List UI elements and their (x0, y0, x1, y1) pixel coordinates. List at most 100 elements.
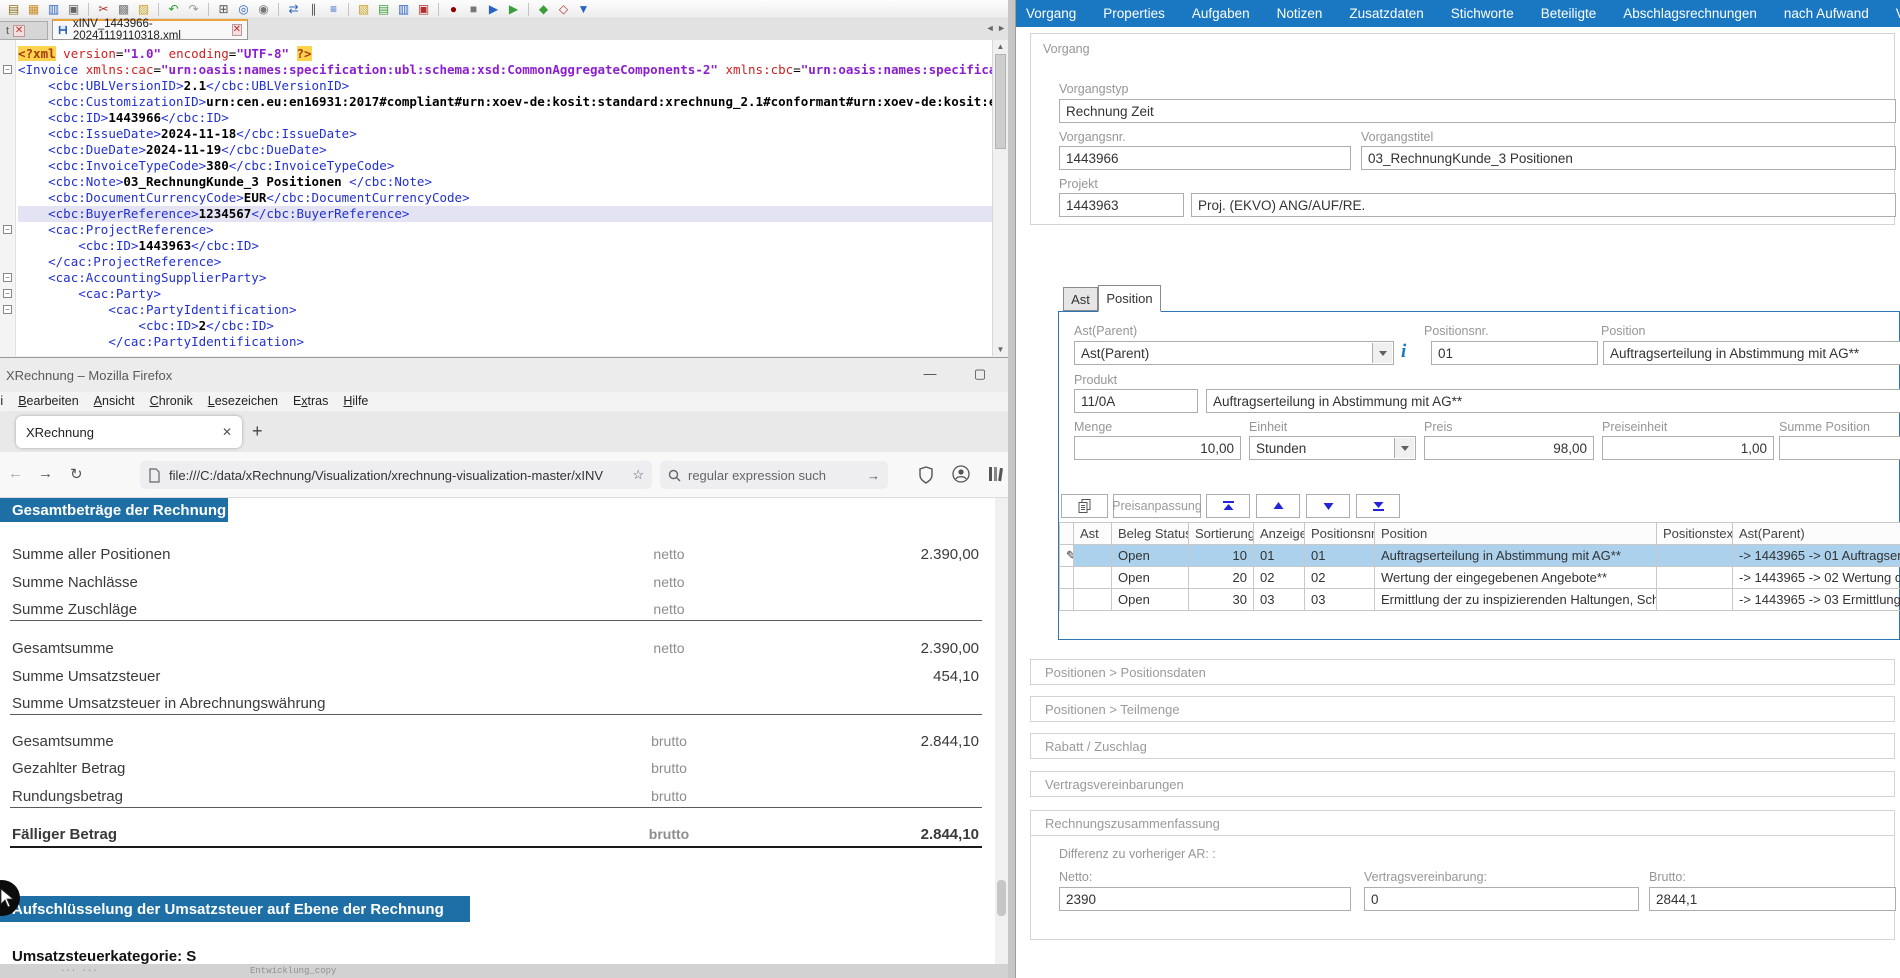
table-cell[interactable]: -> 1443965 -> 01 Auftragserteilung (1733, 545, 1900, 567)
erp-tab-verkaufsbeleg[interactable]: Verkaufsbeleg▼ (1896, 6, 1900, 21)
xml-line[interactable]: <cbc:DueDate>2024-11-19</cbc:DueDate> (18, 142, 992, 158)
table-cell[interactable] (1657, 589, 1733, 611)
toolbar-icon[interactable]: ▣ (416, 2, 431, 17)
vertragsvereinbarung-field[interactable]: 0 (1364, 887, 1639, 911)
table-cell[interactable]: 03 (1254, 589, 1305, 611)
table-cell[interactable]: -> 1443965 -> 03 Ermittlung der (1733, 589, 1900, 611)
menu-item-chronik[interactable]: Chronik (150, 394, 193, 408)
minimize-icon[interactable]: — (915, 366, 945, 381)
toolbar-icon[interactable]: ⊞ (216, 2, 231, 17)
search-input[interactable]: regular expression such → (660, 461, 888, 489)
table-cell[interactable]: 01 (1254, 545, 1305, 567)
projekt-name-field[interactable]: Proj. (EKVO) ANG/AUF/RE. (1191, 193, 1896, 217)
xml-editor[interactable]: −−−−− <?xml version="1.0" encoding="UTF-… (0, 40, 992, 356)
menu-item-hilfe[interactable]: Hilfe (343, 394, 368, 408)
positions-table[interactable]: AstBeleg StatusSortierungAnzeigePosition… (1059, 522, 1900, 611)
table-cell[interactable]: Auftragserteilung in Abstimmung mit AG** (1375, 545, 1657, 567)
back-icon[interactable]: ← (8, 465, 23, 482)
chevron-down-icon[interactable] (1394, 438, 1414, 458)
xml-line[interactable]: </cac:ProjectReference> (18, 254, 992, 270)
preiseinheit-field[interactable]: 1,00 (1602, 436, 1774, 460)
scrollbar-thumb[interactable] (997, 880, 1006, 916)
position-field[interactable]: Auftragserteilung in Abstimmung mit AG** (1603, 341, 1900, 365)
erp-tab-zusatzdaten[interactable]: Zusatzdaten (1349, 6, 1423, 21)
fold-toggle-icon[interactable]: − (3, 273, 12, 282)
browser-tab[interactable]: XRechnung ✕ (16, 416, 242, 448)
preisanpassung-button[interactable]: Preisanpassung (1113, 494, 1201, 518)
scroll-down-icon[interactable]: ▼ (993, 345, 1008, 354)
shield-icon[interactable] (918, 466, 934, 484)
accordion-rabatt-zuschlag[interactable]: Rabatt / Zuschlag (1030, 733, 1895, 759)
table-cell[interactable]: 30 (1189, 589, 1254, 611)
menge-field[interactable]: 10,00 (1074, 436, 1241, 460)
toolbar-icon[interactable]: ▣ (66, 2, 81, 17)
table-cell[interactable]: 02 (1305, 567, 1375, 589)
projekt-nr-field[interactable]: 1443963 (1059, 193, 1184, 217)
xml-line[interactable]: <?xml version="1.0" encoding="UTF-8" ?> (18, 46, 992, 62)
row-selector-cell[interactable] (1060, 589, 1074, 611)
xml-line[interactable]: <cbc:UBLVersionID>2.1</cbc:UBLVersionID> (18, 78, 992, 94)
toolbar-icon[interactable]: ▥ (396, 2, 411, 17)
toolbar-icon[interactable]: ↶ (166, 2, 181, 17)
library-icon[interactable] (988, 465, 1004, 483)
toolbar-icon[interactable]: ▨ (136, 2, 151, 17)
scrollbar-thumb[interactable] (995, 54, 1006, 149)
toolbar-icon[interactable]: ◎ (236, 2, 251, 17)
table-cell[interactable]: Ermittlung der zu inspizierenden Haltung… (1375, 589, 1657, 611)
xml-line[interactable]: <cbc:InvoiceTypeCode>380</cbc:InvoiceTyp… (18, 158, 992, 174)
menu-item-bearbeiten[interactable]: Bearbeiten (18, 394, 78, 408)
erp-tab-properties[interactable]: Properties (1103, 6, 1165, 21)
editor-scrollbar[interactable]: ▲ ▼ (992, 40, 1008, 356)
produkt-name-field[interactable]: Auftragserteilung in Abstimmung mit AG** (1206, 389, 1900, 413)
vorgangsnr-field[interactable]: 1443966 (1059, 146, 1351, 170)
ast-parent-dropdown[interactable]: Ast(Parent) (1074, 341, 1394, 365)
toolbar-icon[interactable]: ▩ (116, 2, 131, 17)
table-row[interactable]: Open200202Wertung der eingegebenen Angeb… (1060, 567, 1900, 589)
toolbar-icon[interactable]: ∥ (306, 2, 321, 17)
menu-item-extras[interactable]: Extras (293, 394, 328, 408)
table-cell[interactable]: Open (1112, 567, 1189, 589)
search-go-icon[interactable]: → (867, 468, 880, 483)
fold-toggle-icon[interactable]: − (3, 225, 12, 234)
notepad-tab-active[interactable]: xINV_1443966-20241119110318.xml ✕ (52, 19, 248, 40)
close-icon[interactable]: ✕ (222, 425, 232, 439)
table-cell[interactable] (1657, 545, 1733, 567)
toolbar-icon[interactable]: ■ (466, 2, 481, 17)
maximize-icon[interactable]: ▢ (965, 366, 995, 382)
toolbar-icon[interactable]: ▤ (6, 2, 21, 17)
erp-tab-abschlagsrechnungen[interactable]: Abschlagsrechnungen (1623, 6, 1757, 21)
xml-line[interactable]: <cbc:ID>2</cbc:ID> (18, 318, 992, 334)
toolbar-icon[interactable]: ≡ (326, 2, 341, 17)
fold-toggle-icon[interactable]: − (3, 289, 12, 298)
menu-item-datei[interactable]: Datei (0, 394, 3, 408)
table-cell[interactable] (1074, 545, 1112, 567)
vorgangstitel-field[interactable]: 03_RechnungKunde_3 Positionen (1361, 146, 1896, 170)
erp-tab-vorgang[interactable]: Vorgang (1026, 6, 1076, 21)
erp-tab-nach-aufwand[interactable]: nach Aufwand (1784, 6, 1869, 21)
xml-line[interactable]: <cbc:CustomizationID>urn:cen.eu:en16931:… (18, 94, 992, 110)
reload-icon[interactable]: ↻ (70, 465, 83, 483)
table-cell[interactable]: Wertung der eingegebenen Angebote** (1375, 567, 1657, 589)
toolbar-icon[interactable]: ◇ (556, 2, 571, 17)
table-cell[interactable]: 03 (1305, 589, 1375, 611)
erp-tab-beteiligte[interactable]: Beteiligte (1541, 6, 1597, 21)
tab-position[interactable]: Position (1098, 285, 1161, 312)
menu-item-ansicht[interactable]: Ansicht (94, 394, 135, 408)
table-cell[interactable]: 01 (1305, 545, 1375, 567)
toolbar-icon[interactable]: ▶ (506, 2, 521, 17)
table-cell[interactable]: Open (1112, 545, 1189, 567)
menu-item-lesezeichen[interactable]: Lesezeichen (208, 394, 278, 408)
accordion-vertragsvereinbarungen[interactable]: Vertragsvereinbarungen (1030, 771, 1895, 797)
toolbar-icon[interactable]: ▥ (46, 2, 61, 17)
table-cell[interactable] (1074, 567, 1112, 589)
toolbar-icon[interactable]: ● (446, 2, 461, 17)
close-icon[interactable]: ✕ (232, 24, 242, 36)
fold-toggle-icon[interactable]: − (3, 65, 12, 74)
table-row[interactable]: ✎Open100101Auftragserteilung in Abstimmu… (1060, 545, 1900, 567)
scroll-up-icon[interactable]: ▲ (993, 42, 1008, 51)
toolbar-icon[interactable]: ▶ (486, 2, 501, 17)
table-cell[interactable]: 02 (1254, 567, 1305, 589)
produkt-nr-field[interactable]: 11/0A (1074, 389, 1198, 413)
xml-line[interactable]: <cac:Party> (18, 286, 992, 302)
xml-line[interactable]: <cbc:Note>03_RechnungKunde_3 Positionen … (18, 174, 992, 190)
